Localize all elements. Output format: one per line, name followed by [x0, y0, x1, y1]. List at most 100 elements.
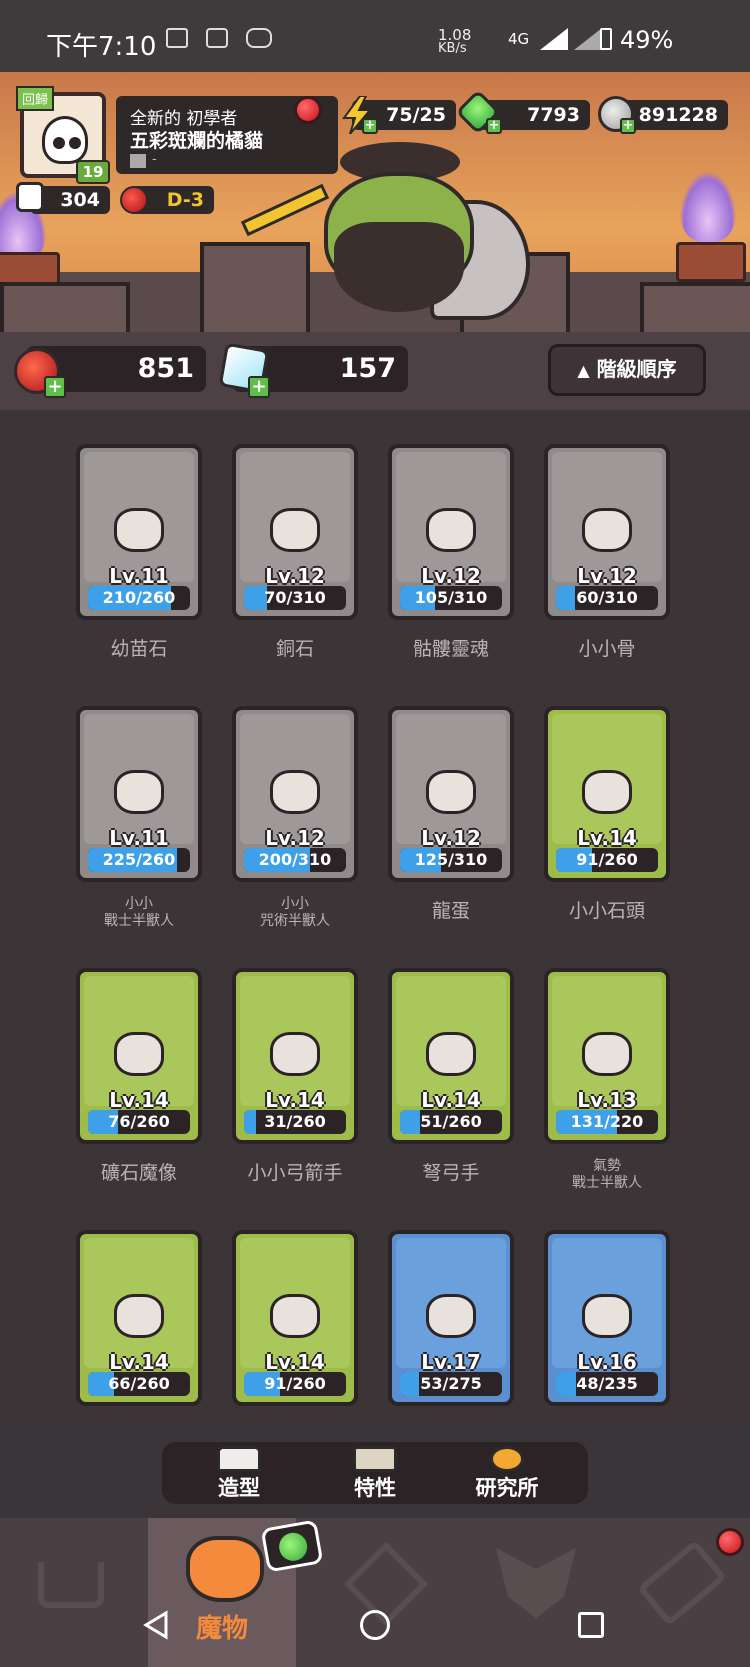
- sprout-golem-icon: [426, 1294, 476, 1338]
- return-badge: 回歸: [16, 86, 55, 111]
- monster-card[interactable]: Lv.14 91/260: [232, 1230, 358, 1406]
- battery-level: 49%: [620, 26, 674, 54]
- system-home-icon[interactable]: [360, 1610, 390, 1640]
- monster-grid: Lv.11 210/260 幼苗石 Lv.12 70/310 銅石 Lv.12 105/310…: [0, 410, 750, 1422]
- red-orb-icon: [120, 186, 148, 214]
- monster-card[interactable]: Lv.12 60/310: [544, 444, 670, 620]
- card-level: Lv.14: [109, 1350, 169, 1374]
- monster-card[interactable]: Lv.12 125/310: [388, 706, 514, 882]
- card-progress-text: 91/260: [576, 850, 638, 869]
- card-progress-bar: 105/310: [400, 586, 502, 610]
- card-progress-text: 66/260: [108, 1374, 170, 1393]
- card-progress-bar: 76/260: [88, 1110, 190, 1134]
- card-progress-bar: 91/260: [556, 848, 658, 872]
- skull-icon: [582, 508, 632, 552]
- card-name: 小小 咒術半獸人: [260, 896, 330, 929]
- right-torch-flame-icon: [680, 172, 736, 242]
- stone-icon: [582, 770, 632, 814]
- monster-head-icon: [186, 1536, 264, 1602]
- card-level: Lv.14: [265, 1350, 325, 1374]
- monster-card[interactable]: Lv.14 91/260: [544, 706, 670, 882]
- status-bar: 下午7:10 1.08 KB/s 4G 49%: [0, 0, 750, 72]
- card-progress-text: 225/260: [102, 850, 176, 869]
- card-name: 礦石魔像: [100, 1162, 177, 1184]
- right-brazier: [676, 242, 746, 282]
- card-level: Lv.12: [421, 826, 481, 850]
- add-energy-button[interactable]: +: [362, 118, 378, 134]
- baby-dragon-icon: [270, 1294, 320, 1338]
- nav-shop[interactable]: [0, 1518, 148, 1667]
- tab-research[interactable]: 研究所: [452, 1446, 562, 1500]
- add-crystal-button[interactable]: +: [248, 376, 270, 398]
- card-progress-text: 31/260: [264, 1112, 326, 1131]
- monster-card[interactable]: Lv.11 225/260: [76, 706, 202, 882]
- card-progress-text: 210/260: [102, 588, 176, 607]
- nav-battle[interactable]: [310, 1518, 458, 1667]
- card-level: Lv.14: [109, 1088, 169, 1112]
- notification-dot-icon: [294, 96, 322, 124]
- crystal-value: 157: [339, 353, 396, 384]
- tab-traits-label: 特性: [354, 1476, 396, 1500]
- card-progress-text: 200/310: [258, 850, 332, 869]
- crate: [640, 282, 750, 332]
- guild-flag-icon: [130, 154, 146, 168]
- card-level: Lv.12: [421, 564, 481, 588]
- card-name: 氣勢 戰士半獸人: [572, 1158, 642, 1191]
- monster-card[interactable]: Lv.12 70/310: [232, 444, 358, 620]
- card-progress-bar: 70/310: [244, 586, 346, 610]
- orc-berserker-icon: [582, 1032, 632, 1076]
- ticket-icon: [636, 1539, 728, 1627]
- signal-icon: [540, 28, 568, 50]
- stage-label: D-3: [166, 189, 204, 211]
- card-progress-text: 91/260: [264, 1374, 326, 1393]
- tab-skin[interactable]: 造型: [184, 1446, 294, 1500]
- gamepad-icon: [246, 28, 272, 48]
- card-level: Lv.14: [577, 826, 637, 850]
- orc-warrior-icon: [114, 770, 164, 814]
- player-level: 19: [76, 160, 110, 184]
- card-level: Lv.11: [109, 826, 169, 850]
- rank-wings-icon: [496, 1548, 576, 1618]
- orc-shaman-icon: [270, 770, 320, 814]
- player-profile[interactable]: 回歸 19 全新的 初學者 五彩斑斕的橘貓 -: [16, 86, 338, 184]
- crossed-swords-icon: [343, 1541, 429, 1627]
- card-level: Lv.16: [577, 1350, 637, 1374]
- crate: [0, 282, 130, 332]
- card-level: Lv.14: [265, 1088, 325, 1112]
- monster-card[interactable]: Lv.11 210/260: [76, 444, 202, 620]
- monster-card[interactable]: Lv.14 31/260: [232, 968, 358, 1144]
- monster-card[interactable]: Lv.12 200/310: [232, 706, 358, 882]
- system-back-icon[interactable]: [142, 1610, 172, 1640]
- add-red-orb-button[interactable]: +: [44, 376, 66, 398]
- monster-card[interactable]: Lv.16 48/235: [544, 1230, 670, 1406]
- monster-card[interactable]: Lv.12 105/310: [388, 444, 514, 620]
- crystal-rock-icon: [270, 508, 320, 552]
- monster-card[interactable]: Lv.14 66/260: [76, 1230, 202, 1406]
- card-progress-bar: 60/310: [556, 586, 658, 610]
- card-progress-bar: 31/260: [244, 1110, 346, 1134]
- net-speed-value: 1.08: [438, 26, 472, 44]
- red-orb-value: 851: [137, 353, 194, 384]
- monster-card[interactable]: Lv.17 53/275: [388, 1230, 514, 1406]
- card-progress-text: 131/220: [570, 1112, 644, 1131]
- archer-icon: [270, 1032, 320, 1076]
- triangle-up-icon: ▲: [577, 361, 590, 380]
- tab-traits[interactable]: 特性: [320, 1446, 430, 1500]
- monster-card[interactable]: Lv.14 51/260: [388, 968, 514, 1144]
- monster-card[interactable]: Lv.13 131/220: [544, 968, 670, 1144]
- card-level: Lv.12: [577, 564, 637, 588]
- net-speed-unit: KB/s: [438, 41, 467, 56]
- system-recents-icon[interactable]: [578, 1612, 604, 1638]
- sort-order-button[interactable]: ▲ 階級順序: [548, 344, 706, 396]
- sort-order-label: 階級順序: [596, 357, 677, 381]
- add-coins-button[interactable]: +: [620, 118, 636, 134]
- card-name: 小小骨: [578, 638, 636, 660]
- add-gems-button[interactable]: +: [486, 118, 502, 134]
- nav-tickets[interactable]: [608, 1518, 750, 1667]
- network-type: 4G: [508, 30, 530, 48]
- bottom-nav: 魔物: [0, 1518, 750, 1667]
- monster-card[interactable]: Lv.14 76/260: [76, 968, 202, 1144]
- card-name: 龍蛋: [431, 900, 470, 922]
- nav-rank[interactable]: [460, 1518, 608, 1667]
- sub-tabs: 造型 特性 研究所: [162, 1442, 588, 1504]
